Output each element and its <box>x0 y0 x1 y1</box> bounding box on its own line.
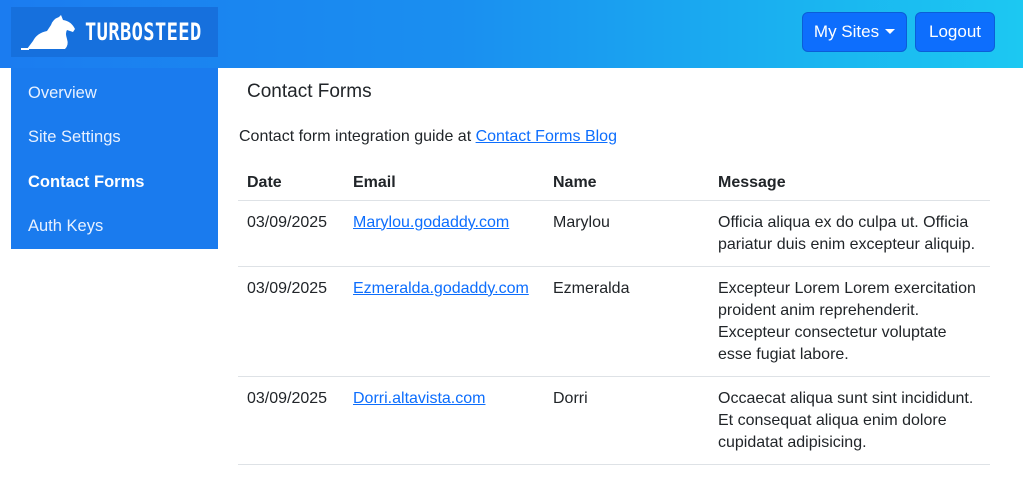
logout-button[interactable]: Logout <box>915 12 995 52</box>
top-navbar: TURBOSTEED My Sites Logout <box>0 0 1023 68</box>
horse-icon <box>21 15 75 50</box>
cell-message: Officia aliqua ex do culpa ut. Officia p… <box>709 200 990 267</box>
integration-guide-text: Contact form integration guide at Contac… <box>239 128 617 146</box>
brand-logo[interactable]: TURBOSTEED <box>11 7 218 57</box>
cell-message: Occaecat aliqua sunt sint incididunt. Et… <box>709 376 990 465</box>
email-link[interactable]: Dorri.altavista.com <box>353 390 485 407</box>
cell-message: Excepteur Lorem Lorem exercitation proid… <box>709 266 990 377</box>
cell-email: Dorri.altavista.com <box>344 376 544 465</box>
cell-date: 03/09/2025 <box>238 266 344 377</box>
email-link[interactable]: Ezmeralda.godaddy.com <box>353 280 529 297</box>
contact-forms-table: Date Email Name Message 03/09/2025 Maryl… <box>238 166 990 465</box>
cell-email: Ezmeralda.godaddy.com <box>344 266 544 377</box>
table-row: 03/09/2025 Marylou.godaddy.com Marylou O… <box>238 200 990 267</box>
column-header-email: Email <box>344 166 544 201</box>
table-row: 03/09/2025 Dorri.altavista.com Dorri Occ… <box>238 376 990 465</box>
page-title: Contact Forms <box>247 81 372 102</box>
cell-date: 03/09/2025 <box>238 200 344 267</box>
guide-text: Contact form integration guide at <box>239 128 476 145</box>
column-header-name: Name <box>544 166 709 201</box>
my-sites-label: My Sites <box>813 22 880 41</box>
sidebar-item-contact-forms[interactable]: Contact Forms <box>28 172 144 192</box>
brand-name: TURBOSTEED <box>85 18 202 46</box>
cell-name: Dorri <box>544 376 709 465</box>
my-sites-dropdown-button[interactable]: My Sites <box>802 12 907 52</box>
cell-email: Marylou.godaddy.com <box>344 200 544 267</box>
column-header-message: Message <box>709 166 990 201</box>
sidebar-item-overview[interactable]: Overview <box>28 83 97 103</box>
contact-forms-blog-link[interactable]: Contact Forms Blog <box>476 128 617 145</box>
table-header-row: Date Email Name Message <box>238 166 990 201</box>
cell-date: 03/09/2025 <box>238 376 344 465</box>
cell-name: Marylou <box>544 200 709 267</box>
table-row: 03/09/2025 Ezmeralda.godaddy.com Ezmeral… <box>238 266 990 377</box>
sidebar-item-auth-keys[interactable]: Auth Keys <box>28 216 103 236</box>
sidebar: Overview Site Settings Contact Forms Aut… <box>11 68 218 249</box>
caret-down-icon <box>885 28 896 34</box>
sidebar-item-site-settings[interactable]: Site Settings <box>28 127 121 147</box>
email-link[interactable]: Marylou.godaddy.com <box>353 214 509 231</box>
cell-name: Ezmeralda <box>544 266 709 377</box>
column-header-date: Date <box>238 166 344 201</box>
